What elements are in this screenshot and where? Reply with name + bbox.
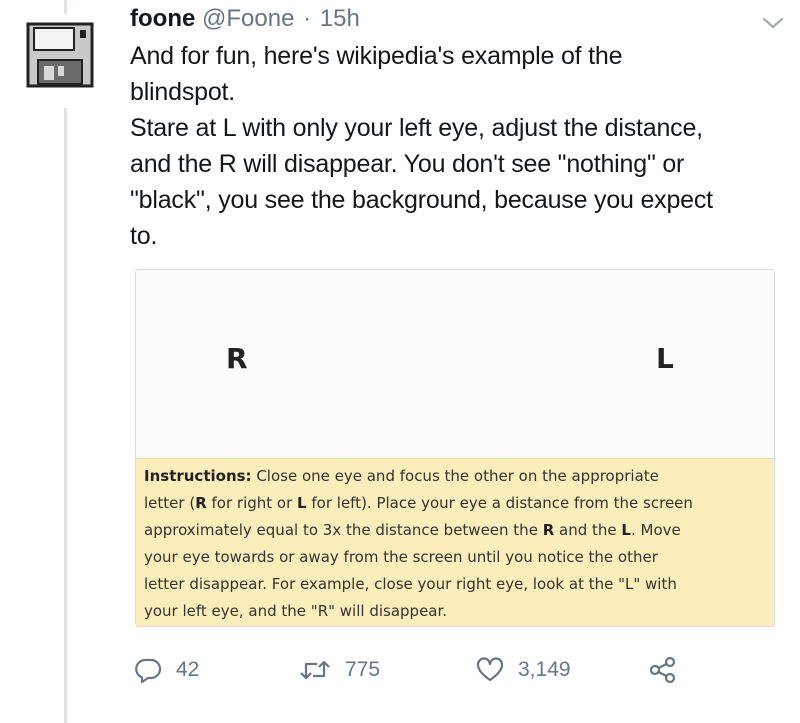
- thread-connector-top: [64, 0, 67, 14]
- user-handle[interactable]: @Foone: [202, 5, 294, 32]
- reply-button[interactable]: 42: [134, 652, 199, 688]
- retweet-count: 775: [345, 658, 381, 681]
- reply-icon: [135, 658, 162, 683]
- avatar[interactable]: [24, 22, 96, 88]
- tweet-actions: 42 775 3,149: [0, 652, 800, 688]
- instructions-line: approximately equal to 3x the distance b…: [144, 517, 764, 544]
- retweet-icon: [300, 660, 330, 680]
- instructions-bold: R: [195, 494, 207, 512]
- share-button[interactable]: [648, 652, 692, 688]
- heart-icon: [476, 657, 504, 682]
- instructions-line: letter disappear. For example, close you…: [144, 575, 677, 593]
- instructions-box: Instructions: Close one eye and focus th…: [136, 458, 774, 626]
- tweet-text-line: Stare at L with only your left eye, adju…: [130, 114, 703, 142]
- instructions-bold: L: [297, 494, 307, 512]
- instructions-line: letter (R for right or L for left). Plac…: [144, 490, 764, 517]
- tweet-text-line: And for fun, here's wikipedia's example …: [130, 42, 623, 70]
- timestamp[interactable]: 15h: [320, 5, 360, 32]
- instructions-text: . Move: [630, 521, 681, 539]
- instructions-line: your eye towards or away from the screen…: [144, 548, 658, 566]
- instructions-label: Instructions:: [144, 467, 252, 485]
- instructions-text: for left). Place your eye a distance fro…: [306, 494, 693, 512]
- blindspot-figure: R L: [136, 270, 774, 458]
- tweet: foone @Foone · 15h And for fun, here's w…: [130, 2, 780, 254]
- tweet-header: foone @Foone · 15h: [130, 2, 780, 36]
- separator-dot: ·: [303, 5, 312, 32]
- instructions-bold: L: [621, 521, 631, 539]
- tweet-text-line: to.: [130, 222, 158, 250]
- instructions-text: approximately equal to 3x the distance b…: [144, 521, 543, 539]
- tweet-text-line: "black", you see the background, because…: [130, 186, 713, 214]
- reply-count: 42: [176, 658, 200, 681]
- letter-l: L: [656, 342, 674, 375]
- instructions-text: for right or: [206, 494, 298, 512]
- retweet-button[interactable]: 775: [299, 652, 380, 688]
- instructions-text: letter (: [144, 494, 196, 512]
- instructions-text: Close one eye and focus the other on the…: [251, 467, 659, 485]
- attached-image[interactable]: R L Instructions: Close one eye and focu…: [135, 269, 775, 627]
- display-name[interactable]: foone: [130, 5, 195, 32]
- share-icon: [649, 656, 676, 684]
- like-count: 3,149: [518, 658, 571, 681]
- instructions-bold: R: [542, 521, 555, 539]
- tweet-text-line: blindspot.: [130, 78, 236, 106]
- like-button[interactable]: 3,149: [476, 652, 571, 688]
- instructions-text: and the: [554, 521, 622, 539]
- instructions-line: Instructions: Close one eye and focus th…: [144, 463, 764, 490]
- thread-connector: [64, 108, 67, 723]
- floppy-disk-icon: [26, 22, 94, 88]
- tweet-text: And for fun, here's wikipedia's example …: [130, 38, 780, 254]
- tweet-text-line: and the R will disappear. You don't see …: [130, 150, 685, 178]
- instructions-line: your left eye, and the "R" will disappea…: [144, 602, 448, 620]
- letter-r: R: [226, 342, 248, 375]
